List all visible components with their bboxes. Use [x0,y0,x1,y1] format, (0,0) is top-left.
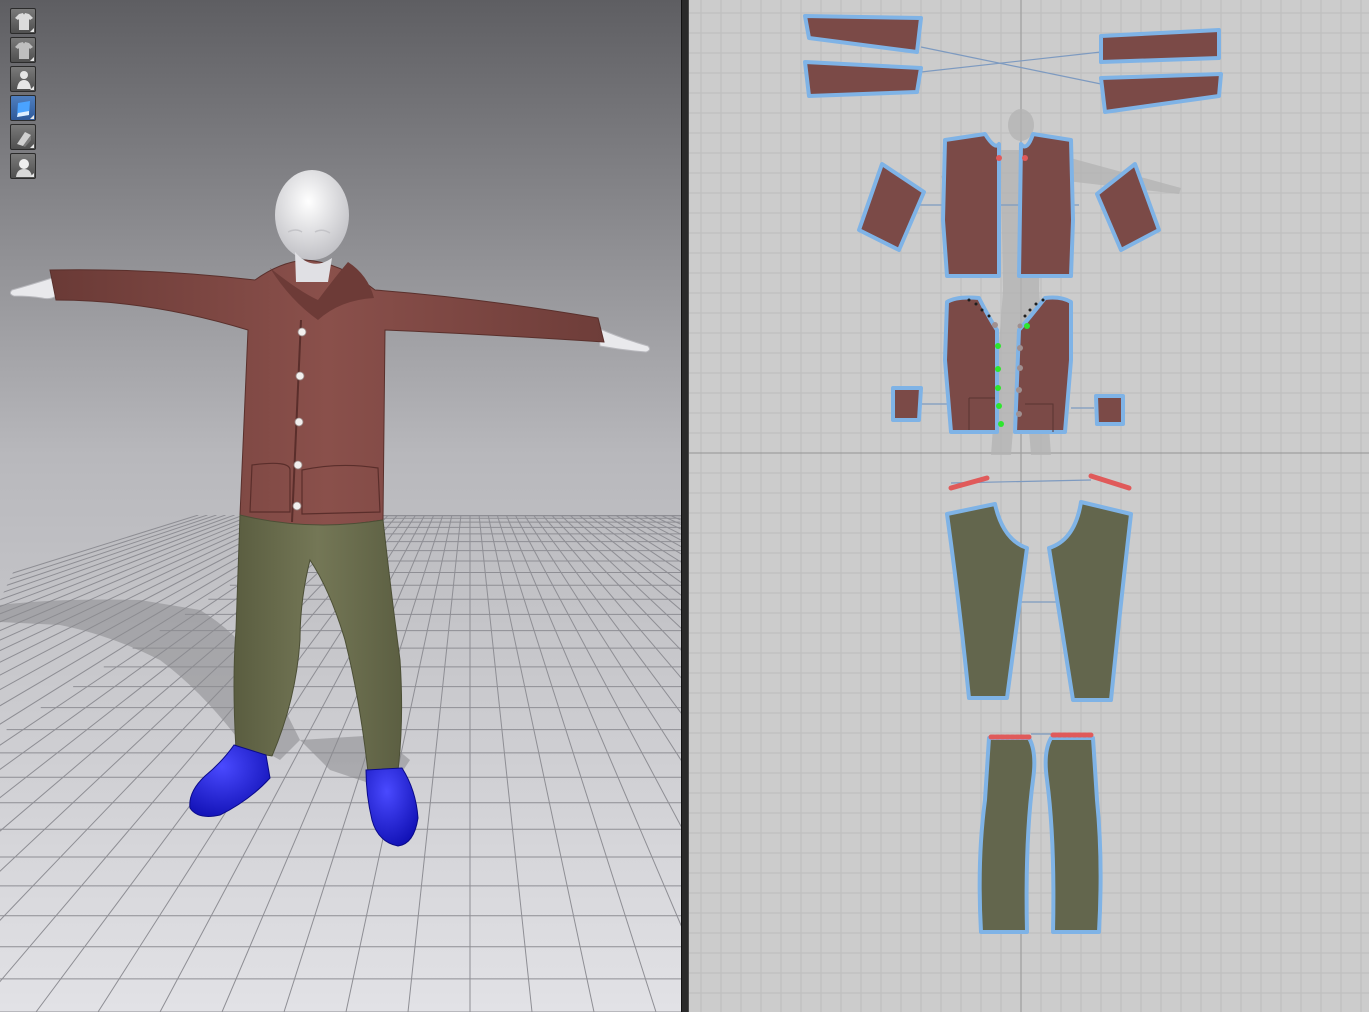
texture-display-button[interactable] [10,124,36,150]
viewport-3d[interactable] [0,0,681,1012]
pattern-piece-sleeve-cuff[interactable] [803,60,923,98]
pattern-piece-pants-back[interactable] [1043,736,1103,934]
avatar-head [275,170,349,260]
fabric-render-button[interactable] [10,95,36,121]
viewport-2d-pattern[interactable] [689,0,1369,1012]
show-garment-button[interactable] [10,8,36,34]
viewport-splitter[interactable] [681,0,689,1012]
avatar-display-button[interactable] [10,153,36,179]
pattern-piece-front-left[interactable] [943,295,999,434]
3d-scene[interactable] [0,0,681,1012]
pattern-piece-pocket[interactable] [1094,394,1125,426]
pattern-piece-back-right[interactable] [1017,132,1075,278]
pattern-piece-pocket[interactable] [891,386,923,422]
show-avatar-button[interactable] [10,66,36,92]
pattern-piece-sleeve-cuff[interactable] [1099,28,1221,64]
pattern-piece-pants-back[interactable] [977,736,1037,934]
garment-display-button[interactable] [10,37,36,63]
pattern-piece-back-left[interactable] [941,132,1001,278]
2d-pattern-canvas[interactable] [689,0,1369,1012]
